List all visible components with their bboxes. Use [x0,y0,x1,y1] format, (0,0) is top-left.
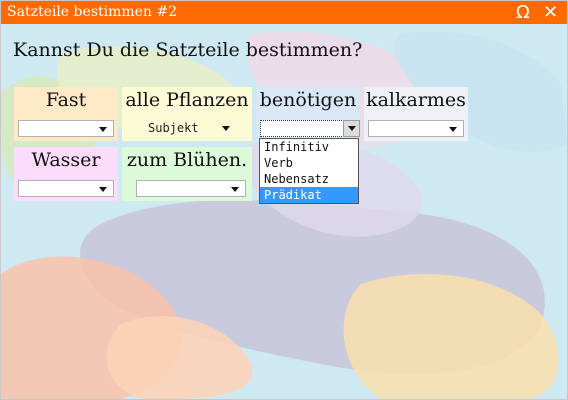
role-select[interactable] [18,180,114,197]
option-nebensatz[interactable]: Nebensatz [260,171,358,187]
word-card-benoetigen: benötigen [256,87,360,141]
omega-icon[interactable]: Ω [516,2,530,23]
word-label: Wasser [31,149,101,171]
background-blobs [1,24,567,399]
role-dropdown-list: Infinitiv Verb Nebensatz Prädikat [259,138,359,204]
chevron-down-icon [222,126,230,131]
word-label: benötigen [259,89,357,111]
word-label: Fast [45,89,87,111]
title-bar: Satzteile bestimmen #2 Ω ✕ [1,1,567,24]
word-card-kalkarmes: kalkarmes [364,87,468,141]
chevron-down-icon [99,187,107,192]
option-verb[interactable]: Verb [260,155,358,171]
role-select[interactable] [260,120,360,137]
chevron-down-icon [449,127,457,132]
close-icon[interactable]: ✕ [543,2,558,23]
word-card-fast: Fast [14,87,118,141]
word-card-wasser: Wasser [14,147,118,201]
word-label: kalkarmes [366,89,466,111]
word-label: zum Blühen. [126,149,248,171]
chevron-down-icon [231,187,239,192]
word-card-alle-pflanzen: alle Pflanzen Subjekt [122,87,252,141]
role-select[interactable]: Subjekt [126,120,236,137]
option-praedikat[interactable]: Prädikat [260,187,358,203]
word-card-zum-bluehen: zum Blühen. [122,147,252,201]
question-text: Kannst Du die Satzteile bestimmen? [13,39,363,61]
window-title: Satzteile bestimmen #2 [7,4,178,20]
dropdown-toggle[interactable] [343,120,360,137]
chevron-down-icon [348,126,356,131]
selected-value: Subjekt [148,121,199,135]
role-select[interactable] [368,120,464,137]
option-infinitiv[interactable]: Infinitiv [260,139,358,155]
role-select[interactable] [18,120,114,137]
word-label: alle Pflanzen [125,89,249,111]
app-window: Satzteile bestimmen #2 Ω ✕ Kannst Du die… [0,0,568,400]
role-select[interactable] [136,180,246,197]
chevron-down-icon [99,127,107,132]
